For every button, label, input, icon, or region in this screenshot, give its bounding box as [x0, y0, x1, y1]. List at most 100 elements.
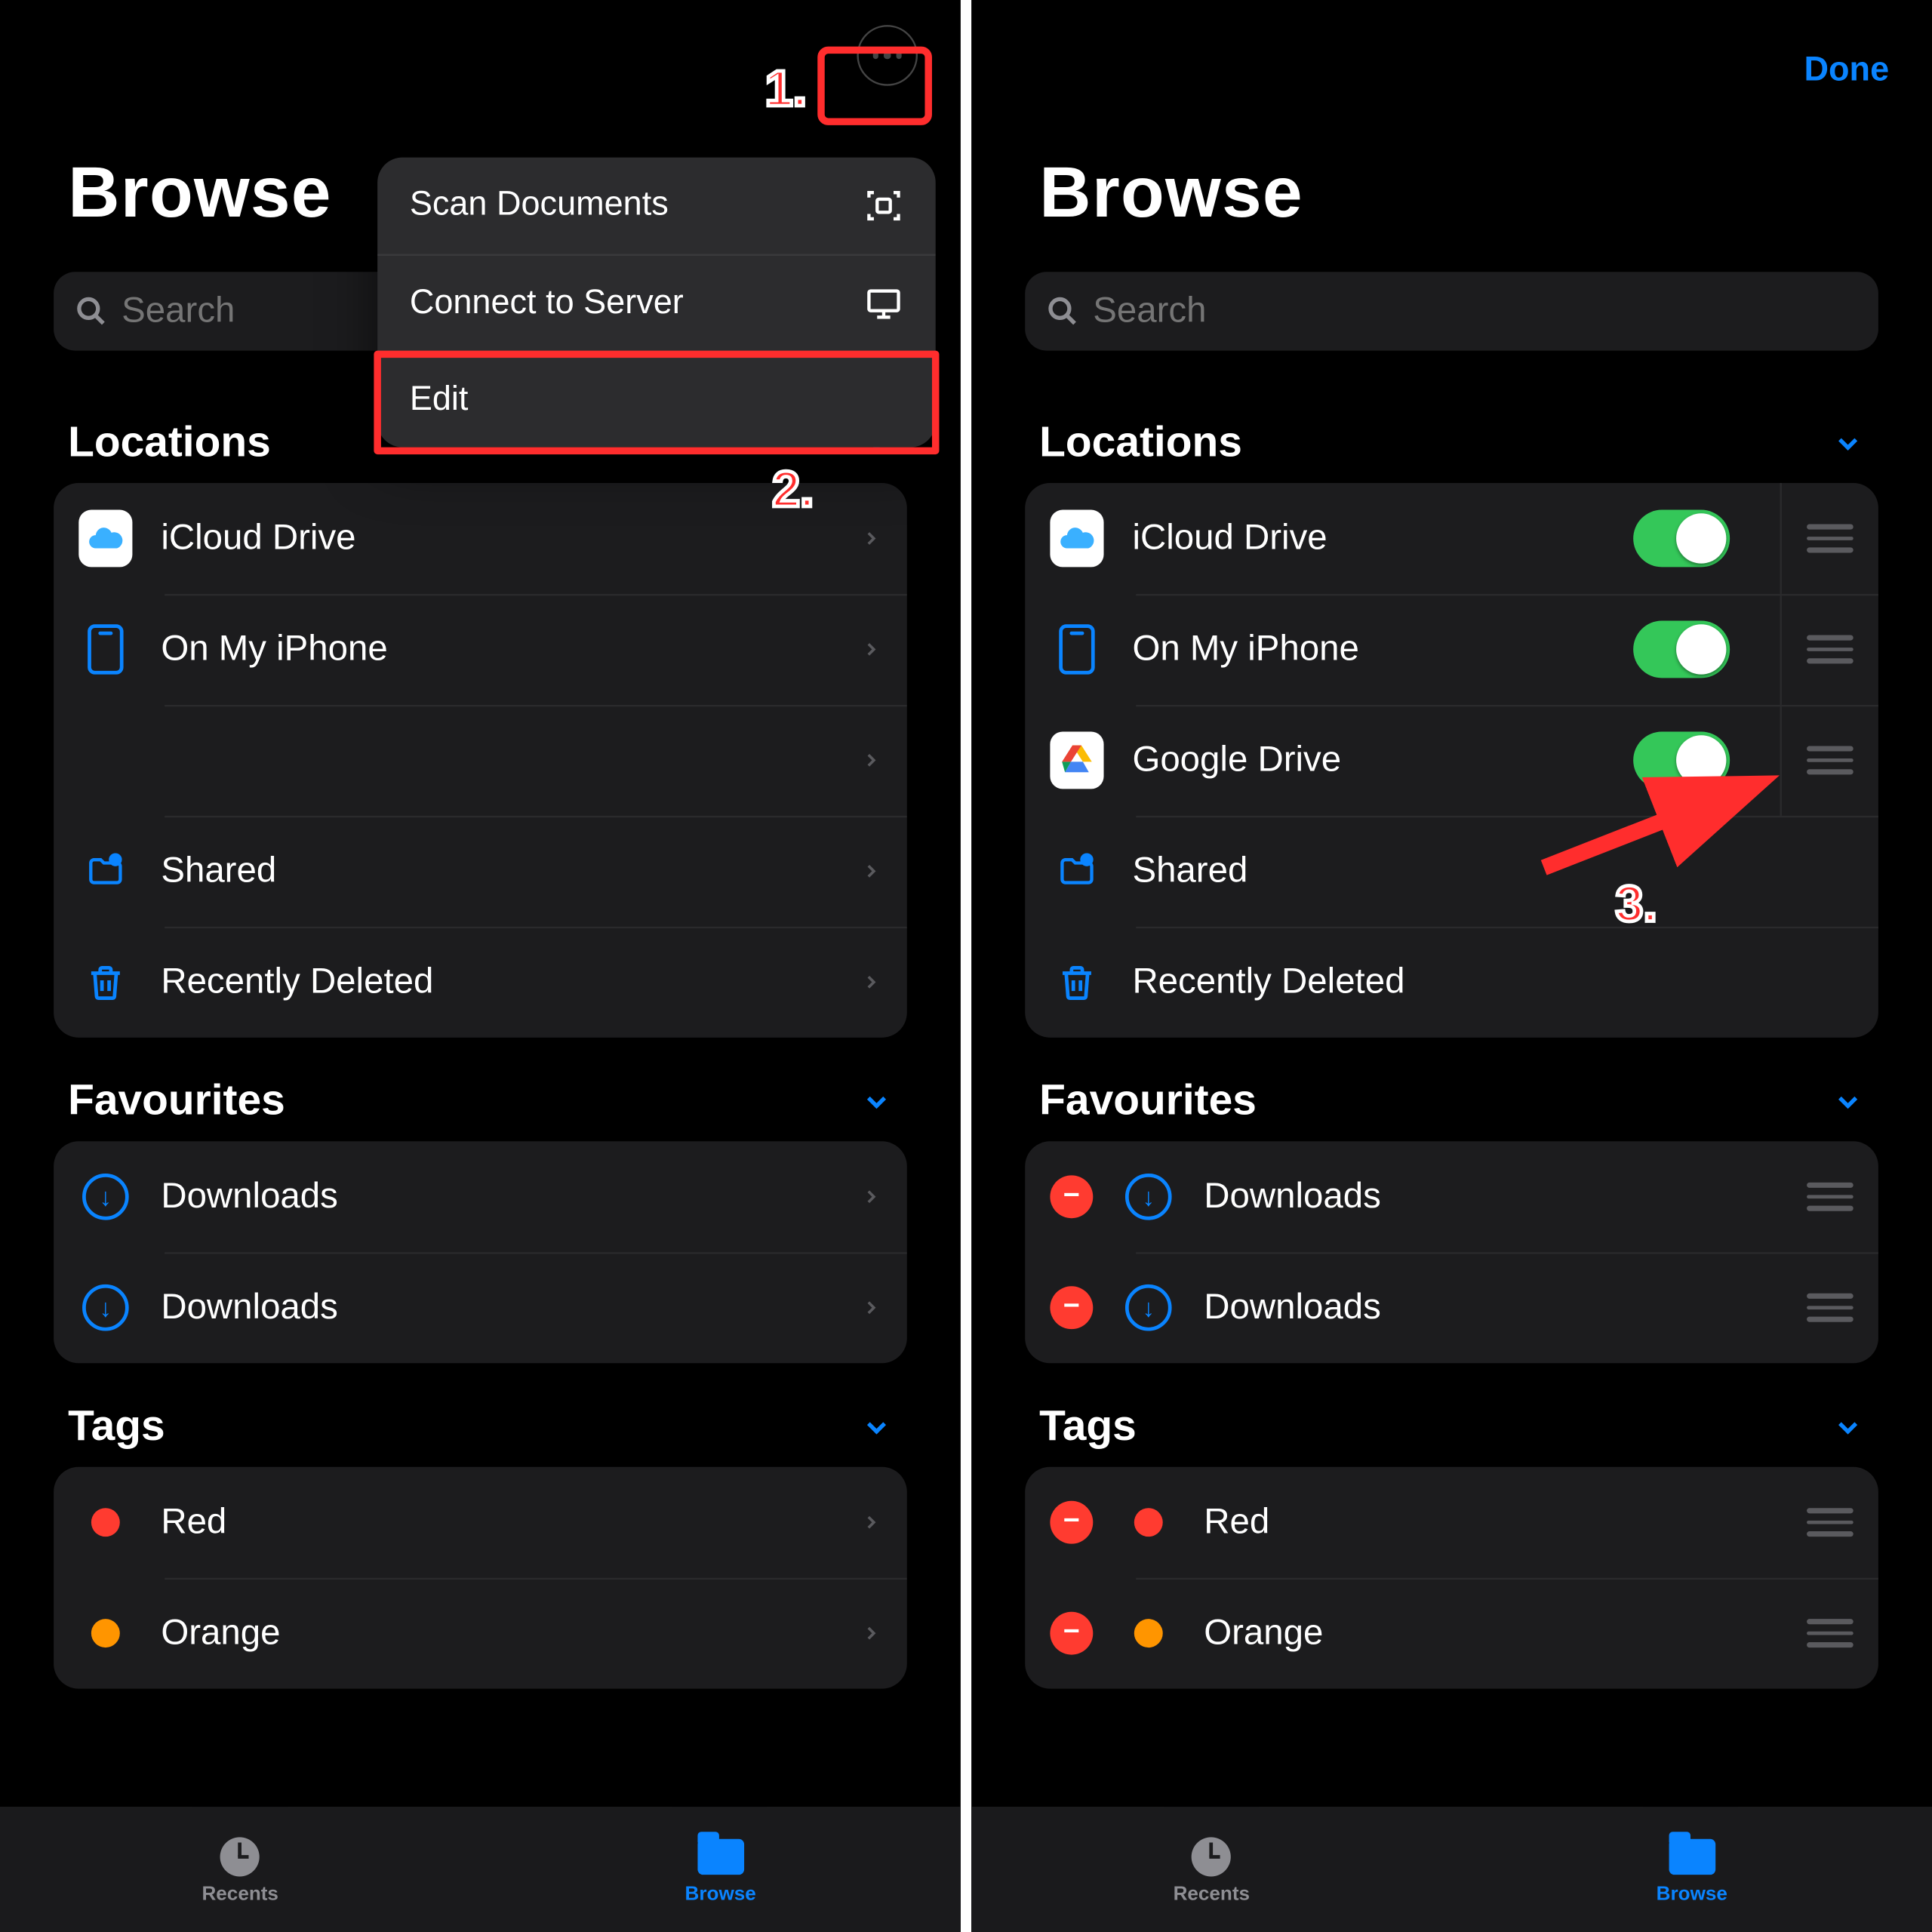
location-on-my-iphone: On My iPhone	[1025, 594, 1878, 705]
tab-label: Browse	[685, 1884, 756, 1905]
tags-header[interactable]: Tags	[1025, 1363, 1878, 1466]
page-title: Browse	[1039, 154, 1303, 235]
tab-recents[interactable]: Recents	[0, 1807, 480, 1932]
remove-button[interactable]: −	[1050, 1175, 1093, 1218]
chevron-right-icon	[860, 1294, 881, 1322]
reorder-handle[interactable]	[1807, 525, 1854, 552]
favourite-downloads[interactable]: ↓ Downloads	[54, 1252, 907, 1363]
google-drive-icon	[1050, 731, 1103, 789]
annotation-1: 1.	[765, 61, 807, 118]
chevron-right-icon	[860, 968, 881, 996]
favourites-header[interactable]: Favourites	[1025, 1038, 1878, 1141]
chevron-down-icon	[1832, 1086, 1864, 1118]
location-label: Recently Deleted	[1132, 961, 1853, 1003]
location-label: Google Drive	[1132, 740, 1604, 781]
annotation-box-2	[374, 351, 939, 454]
tag-label: Orange	[1204, 1613, 1778, 1654]
favourite-downloads[interactable]: ↓ Downloads	[54, 1141, 907, 1252]
toggle-gdrive[interactable]	[1633, 731, 1730, 789]
screen-step-3: Done Browse Locations iCloud Drive	[966, 0, 1932, 1932]
location-label: iCloud Drive	[1132, 518, 1604, 559]
location-shared[interactable]: Shared	[54, 816, 907, 927]
chevron-down-icon	[1832, 1411, 1864, 1444]
favourites-title: Favourites	[68, 1077, 285, 1127]
location-label: Shared	[1132, 851, 1853, 892]
location-google-drive: Google Drive	[1025, 705, 1878, 816]
tags-header[interactable]: Tags	[54, 1363, 907, 1466]
search-icon	[75, 295, 108, 328]
favourite-downloads: − ↓ Downloads	[1025, 1252, 1878, 1363]
tag-red: − Red	[1025, 1467, 1878, 1578]
tag-orange: − Orange	[1025, 1578, 1878, 1689]
icloud-icon	[1050, 510, 1103, 568]
location-label: On My iPhone	[1132, 629, 1604, 670]
search-field[interactable]	[1093, 291, 1857, 332]
tab-browse[interactable]: Browse	[480, 1807, 960, 1932]
location-label: Shared	[161, 851, 832, 892]
annotation-box-1	[817, 47, 932, 125]
favourite-label: Downloads	[1204, 1177, 1778, 1218]
favourite-label: Downloads	[161, 1287, 832, 1328]
reorder-handle[interactable]	[1807, 746, 1854, 774]
tab-recents[interactable]: Recents	[971, 1807, 1451, 1932]
toggle-icloud[interactable]	[1633, 510, 1730, 568]
scan-icon	[864, 186, 903, 226]
trash-icon	[1050, 955, 1103, 1009]
done-button[interactable]: Done	[1804, 52, 1890, 91]
shared-folder-icon	[1050, 844, 1103, 898]
tab-browse[interactable]: Browse	[1452, 1807, 1932, 1932]
locations-header[interactable]: Locations	[1025, 380, 1878, 483]
location-blank[interactable]	[54, 705, 907, 816]
search-input[interactable]	[1025, 272, 1878, 350]
page-title: Browse	[68, 154, 332, 235]
tab-label: Recents	[202, 1884, 278, 1905]
location-shared[interactable]: Shared	[1025, 816, 1878, 927]
tag-orange[interactable]: Orange	[54, 1578, 907, 1689]
icloud-icon	[78, 510, 132, 568]
favourites-header[interactable]: Favourites	[54, 1038, 907, 1141]
chevron-right-icon	[860, 746, 881, 774]
location-icloud: iCloud Drive	[1025, 483, 1878, 594]
toggle-iphone[interactable]	[1633, 621, 1730, 678]
favourite-label: Downloads	[1204, 1287, 1778, 1328]
reorder-handle[interactable]	[1807, 1294, 1854, 1321]
location-recently-deleted[interactable]: Recently Deleted	[54, 927, 907, 1038]
iphone-icon	[88, 624, 123, 674]
download-icon: ↓	[1125, 1174, 1172, 1220]
favourites-title: Favourites	[1039, 1077, 1257, 1127]
clock-icon	[1192, 1837, 1231, 1876]
remove-button[interactable]: −	[1050, 1612, 1093, 1655]
chevron-right-icon	[860, 1183, 881, 1211]
reorder-handle[interactable]	[1807, 1183, 1854, 1211]
tag-label: Orange	[161, 1613, 832, 1654]
chevron-right-icon	[860, 635, 881, 663]
tag-label: Red	[1204, 1502, 1778, 1543]
reorder-handle[interactable]	[1807, 635, 1854, 663]
locations-list-edit: iCloud Drive On My iPhone Google Drive	[1025, 483, 1878, 1038]
folder-icon	[697, 1839, 744, 1875]
menu-connect-server[interactable]: Connect to Server	[377, 254, 936, 351]
menu-scan-label: Scan Documents	[410, 186, 669, 226]
tag-color-icon	[1134, 1508, 1163, 1537]
location-on-my-iphone[interactable]: On My iPhone	[54, 594, 907, 705]
tab-label: Browse	[1657, 1884, 1727, 1905]
reorder-handle[interactable]	[1807, 1509, 1854, 1537]
tags-list-edit: − Red − Orange	[1025, 1467, 1878, 1689]
clock-icon	[220, 1837, 260, 1876]
search-icon	[1047, 295, 1079, 328]
trash-icon	[78, 955, 132, 1009]
location-label: Recently Deleted	[161, 961, 832, 1003]
remove-button[interactable]: −	[1050, 1501, 1093, 1544]
reorder-handle[interactable]	[1807, 1620, 1854, 1647]
server-icon	[864, 284, 903, 323]
folder-icon	[1669, 1839, 1715, 1875]
remove-button[interactable]: −	[1050, 1286, 1093, 1329]
locations-title: Locations	[68, 419, 271, 469]
annotation-3: 3.	[1615, 876, 1657, 934]
menu-scan-documents[interactable]: Scan Documents	[377, 158, 936, 254]
chevron-down-icon	[860, 1086, 893, 1118]
chevron-right-icon	[860, 525, 881, 553]
tag-red[interactable]: Red	[54, 1467, 907, 1578]
favourites-list: ↓ Downloads ↓ Downloads	[54, 1141, 907, 1363]
location-recently-deleted[interactable]: Recently Deleted	[1025, 927, 1878, 1038]
